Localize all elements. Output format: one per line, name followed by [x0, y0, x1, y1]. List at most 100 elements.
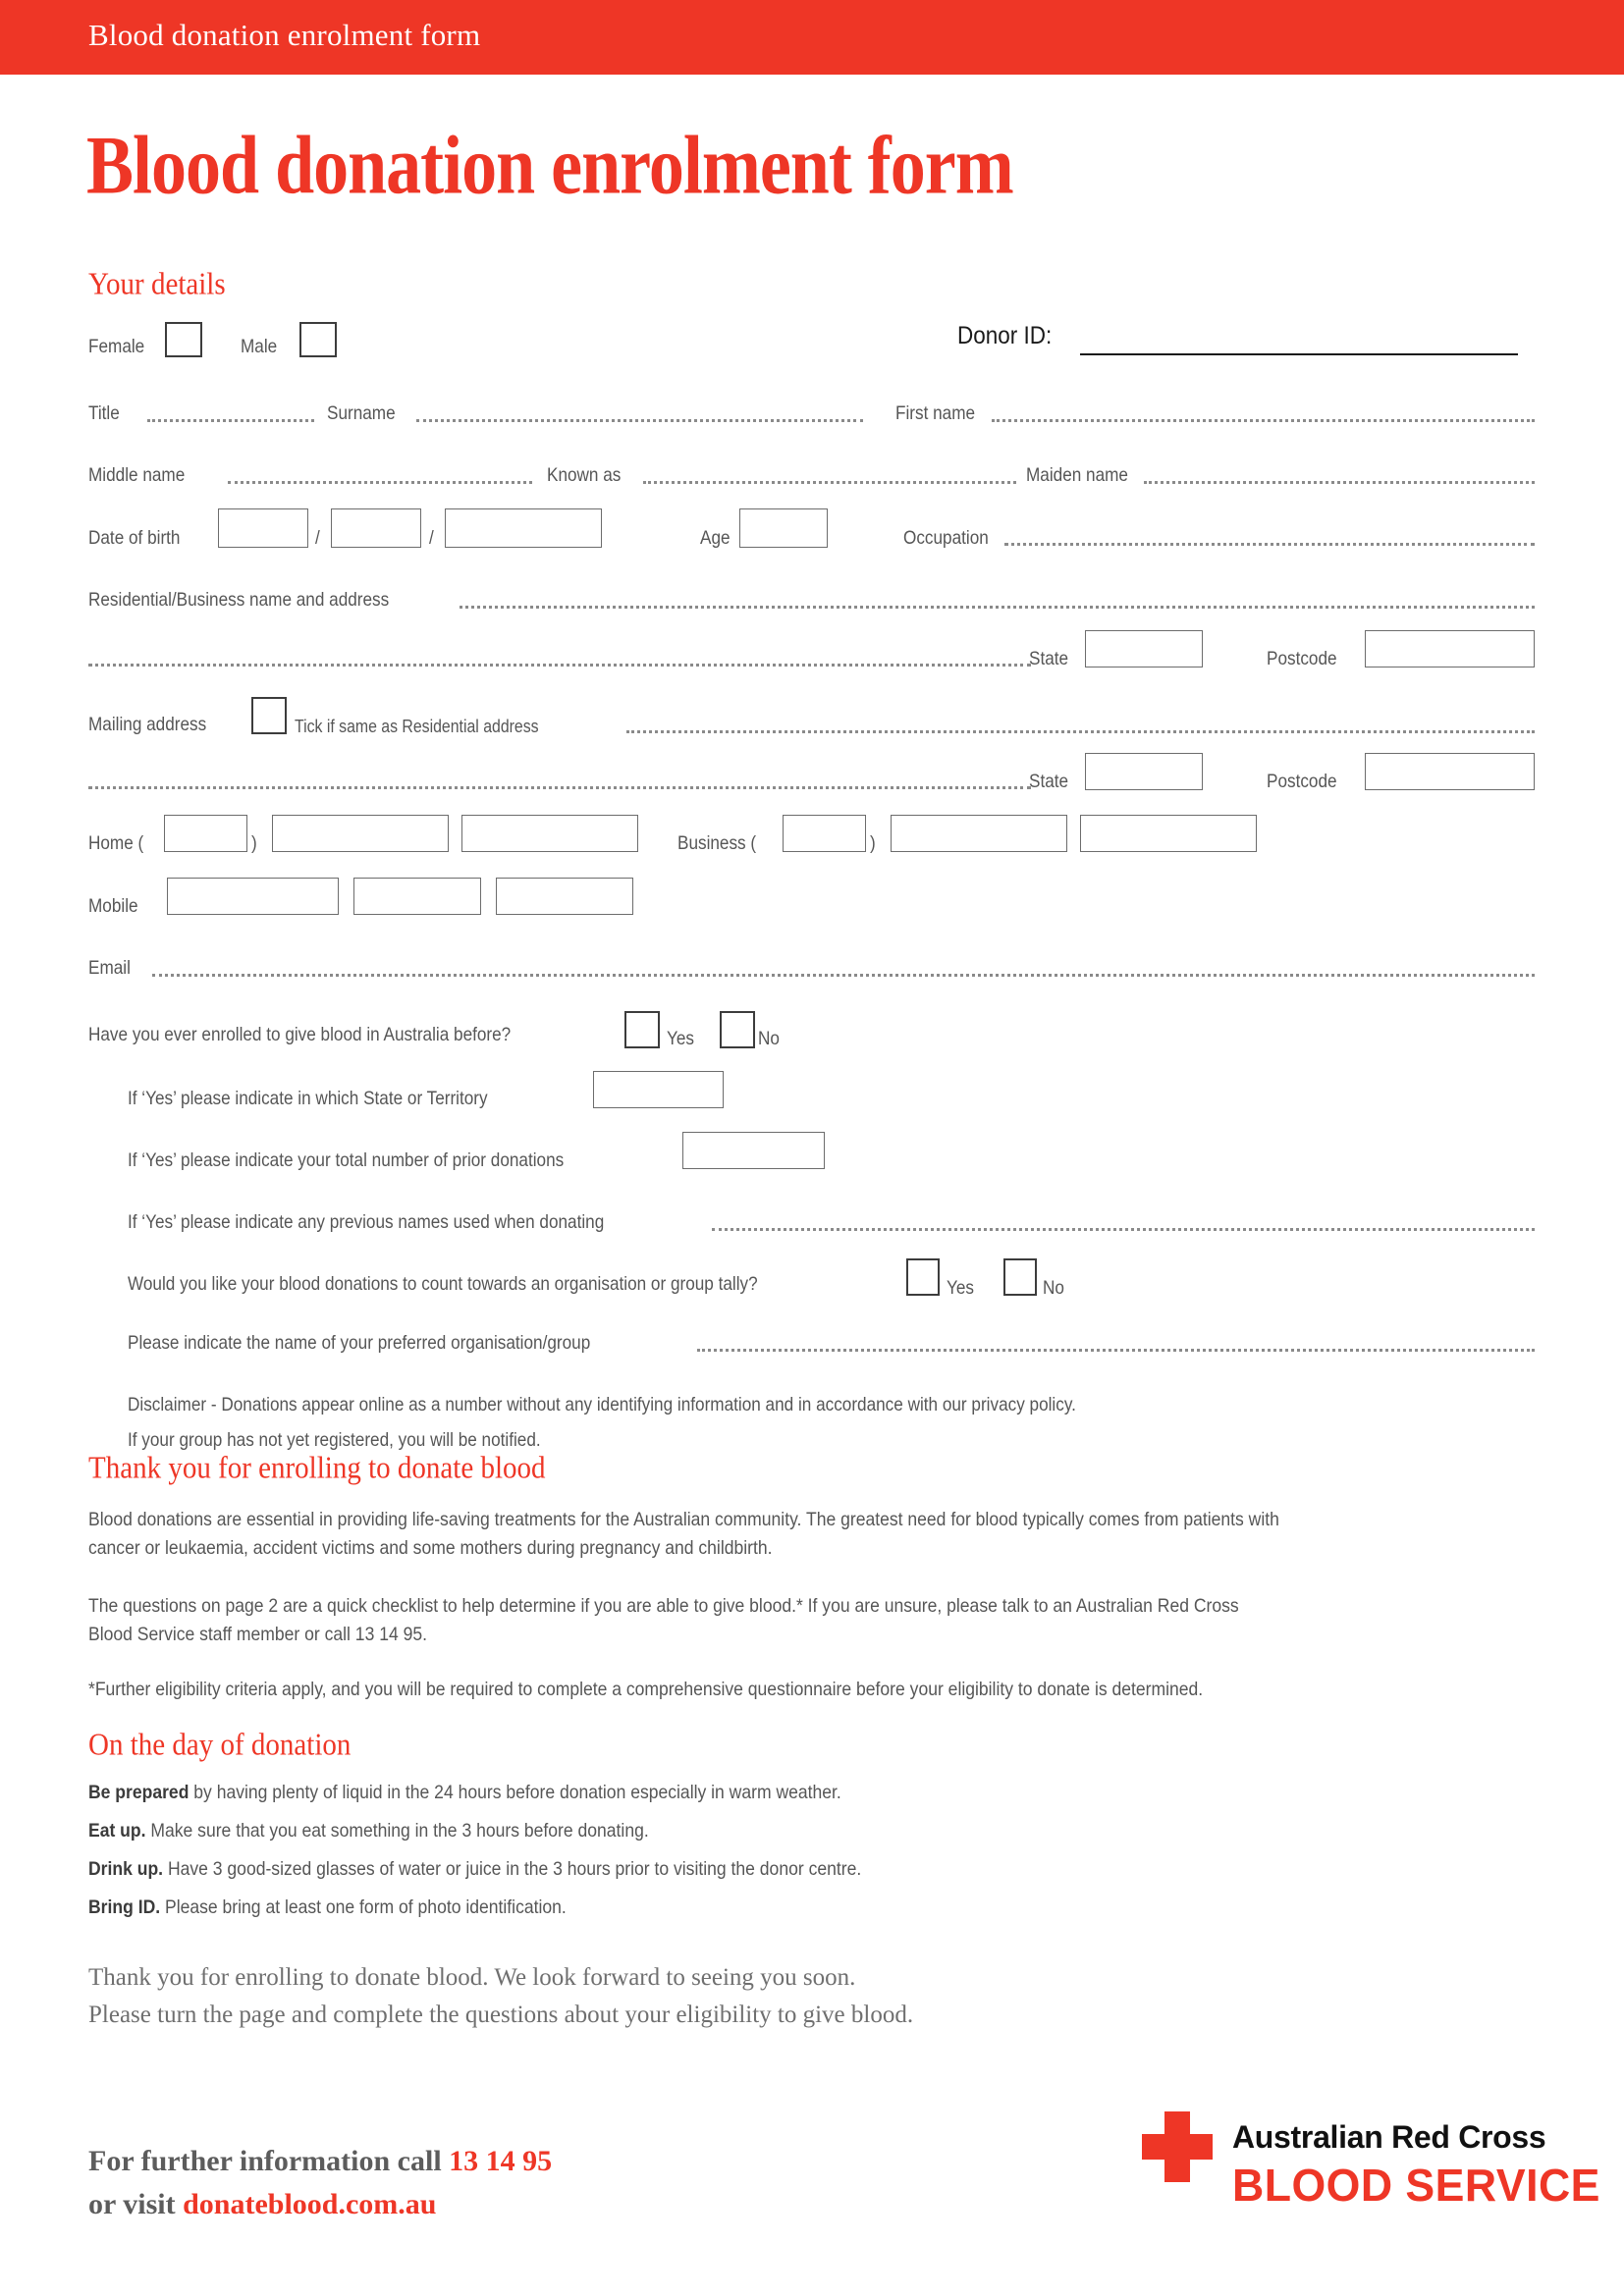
prior-enrolment-no-checkbox[interactable] [720, 1011, 755, 1048]
postcode-input-2[interactable] [1365, 753, 1535, 790]
closing-line-2: Please turn the page and complete the qu… [88, 2002, 914, 2028]
home-area-code-input[interactable] [164, 815, 247, 852]
known-as-input[interactable] [643, 478, 1016, 484]
group-tally-no-checkbox[interactable] [1003, 1258, 1037, 1296]
surname-label: Surname [327, 402, 396, 424]
business-phone-part2-input[interactable] [1080, 815, 1257, 852]
residential-address-input-line2[interactable] [88, 661, 1031, 667]
thankyou-paragraph-1-line1: Blood donations are essential in providi… [88, 1509, 1279, 1530]
dob-day-input[interactable] [218, 508, 308, 548]
thankyou-paragraph-3: *Further eligibility criteria apply, and… [88, 1679, 1204, 1700]
state-label: State [1029, 648, 1069, 669]
home-phone-label: Home ( [88, 832, 144, 854]
on-the-day-item-3-lead: Bring ID. [88, 1896, 161, 1918]
previous-names-input[interactable] [712, 1225, 1535, 1231]
footer-website-link[interactable]: donateblood.com.au [183, 2188, 436, 2220]
state-input-2[interactable] [1085, 753, 1203, 790]
prior-donations-input[interactable] [682, 1132, 825, 1169]
on-the-day-item-0-text: by having plenty of liquid in the 24 hou… [189, 1782, 841, 1803]
residential-address-label: Residential/Business name and address [88, 589, 390, 611]
title-input[interactable] [147, 416, 314, 422]
footer-call-prefix: For further information call [88, 2145, 450, 2177]
preferred-group-question: Please indicate the name of your preferr… [128, 1332, 591, 1354]
prior-enrolment-yes-checkbox[interactable] [624, 1011, 660, 1048]
thankyou-paragraph-2-line1: The questions on page 2 are a quick chec… [88, 1595, 1239, 1617]
female-label: Female [88, 336, 145, 357]
donor-id-input[interactable] [1080, 353, 1518, 355]
mailing-address-label: Mailing address [88, 714, 207, 735]
known-as-label: Known as [547, 464, 622, 486]
logo-organisation-name: Australian Red Cross [1232, 2119, 1546, 2155]
on-the-day-item-2-lead: Drink up. [88, 1858, 164, 1880]
mailing-address-input-line2[interactable] [88, 783, 1031, 789]
business-area-code-input[interactable] [783, 815, 866, 852]
on-the-day-item-0-lead: Be prepared [88, 1782, 189, 1803]
mobile-part2-input[interactable] [353, 878, 481, 915]
surname-input[interactable] [416, 416, 863, 422]
home-paren-close: ) [251, 832, 257, 854]
female-checkbox[interactable] [165, 322, 202, 357]
first-name-input[interactable] [992, 416, 1535, 422]
mobile-part3-input[interactable] [496, 878, 633, 915]
residential-address-input-line1[interactable] [460, 603, 1535, 609]
top-red-bar: Blood donation enrolment form [0, 0, 1624, 75]
disclaimer-line-1: Disclaimer - Donations appear online as … [128, 1394, 1076, 1415]
running-header-title: Blood donation enrolment form [88, 18, 481, 52]
preferred-group-input[interactable] [697, 1346, 1535, 1352]
disclaimer-line-2: If your group has not yet registered, yo… [128, 1429, 541, 1451]
maiden-name-input[interactable] [1144, 478, 1535, 484]
red-cross-icon-horizontal-bar [1142, 2134, 1213, 2160]
state-input[interactable] [1085, 630, 1203, 667]
footer-visit-line: or visit donateblood.com.au [88, 2183, 436, 2226]
footer-phone-number[interactable]: 13 14 95 [449, 2145, 552, 2177]
maiden-name-label: Maiden name [1026, 464, 1128, 486]
age-input[interactable] [739, 508, 828, 548]
mobile-part1-input[interactable] [167, 878, 339, 915]
on-the-day-item-1-text: Make sure that you eat something in the … [145, 1820, 649, 1842]
middle-name-input[interactable] [228, 478, 532, 484]
prior-state-question: If ‘Yes’ please indicate in which State … [128, 1088, 488, 1109]
mailing-same-checkbox[interactable] [251, 697, 287, 734]
group-tally-yes-checkbox[interactable] [906, 1258, 940, 1296]
on-the-day-item-1: Eat up. Make sure that you eat something… [88, 1817, 649, 1845]
home-phone-part1-input[interactable] [272, 815, 449, 852]
occupation-label: Occupation [903, 527, 989, 549]
page-title: Blood donation enrolment form [86, 119, 1014, 212]
on-the-day-item-3-text: Please bring at least one form of photo … [160, 1896, 567, 1918]
mailing-address-input-line1[interactable] [626, 727, 1535, 733]
mobile-label: Mobile [88, 895, 138, 917]
donor-id-label: Donor ID: [957, 322, 1053, 349]
prior-state-input[interactable] [593, 1071, 724, 1108]
first-name-label: First name [895, 402, 976, 424]
postcode-label: Postcode [1267, 648, 1337, 669]
postcode-input[interactable] [1365, 630, 1535, 667]
on-the-day-item-3: Bring ID. Please bring at least one form… [88, 1894, 567, 1922]
group-tally-question: Would you like your blood donations to c… [128, 1273, 758, 1295]
business-phone-label: Business ( [677, 832, 757, 854]
email-input[interactable] [152, 971, 1535, 977]
business-phone-part1-input[interactable] [891, 815, 1067, 852]
dob-separator-2: / [429, 527, 434, 549]
dob-month-input[interactable] [331, 508, 421, 548]
age-label: Age [700, 527, 731, 549]
date-of-birth-label: Date of birth [88, 527, 181, 549]
male-checkbox[interactable] [299, 322, 337, 357]
occupation-input[interactable] [1004, 540, 1535, 546]
mailing-same-label: Tick if same as Residential address [295, 717, 539, 736]
business-paren-close: ) [870, 832, 876, 854]
group-tally-yes-label: Yes [947, 1277, 974, 1299]
postcode-label-2: Postcode [1267, 771, 1337, 792]
group-tally-no-label: No [1043, 1277, 1064, 1299]
prior-enrolment-no-label: No [758, 1028, 780, 1049]
dob-year-input[interactable] [445, 508, 602, 548]
previous-names-question: If ‘Yes’ please indicate any previous na… [128, 1211, 605, 1233]
logo-service-name: BLOOD SERVICE [1232, 2160, 1600, 2211]
on-the-day-item-1-lead: Eat up. [88, 1820, 146, 1842]
section-heading-on-the-day: On the day of donation [88, 1728, 352, 1763]
closing-line-1: Thank you for enrolling to donate blood.… [88, 1964, 856, 1991]
prior-enrolment-yes-label: Yes [667, 1028, 694, 1049]
state-label-2: State [1029, 771, 1069, 792]
prior-donations-question: If ‘Yes’ please indicate your total numb… [128, 1149, 565, 1171]
email-label: Email [88, 957, 131, 979]
home-phone-part2-input[interactable] [461, 815, 638, 852]
